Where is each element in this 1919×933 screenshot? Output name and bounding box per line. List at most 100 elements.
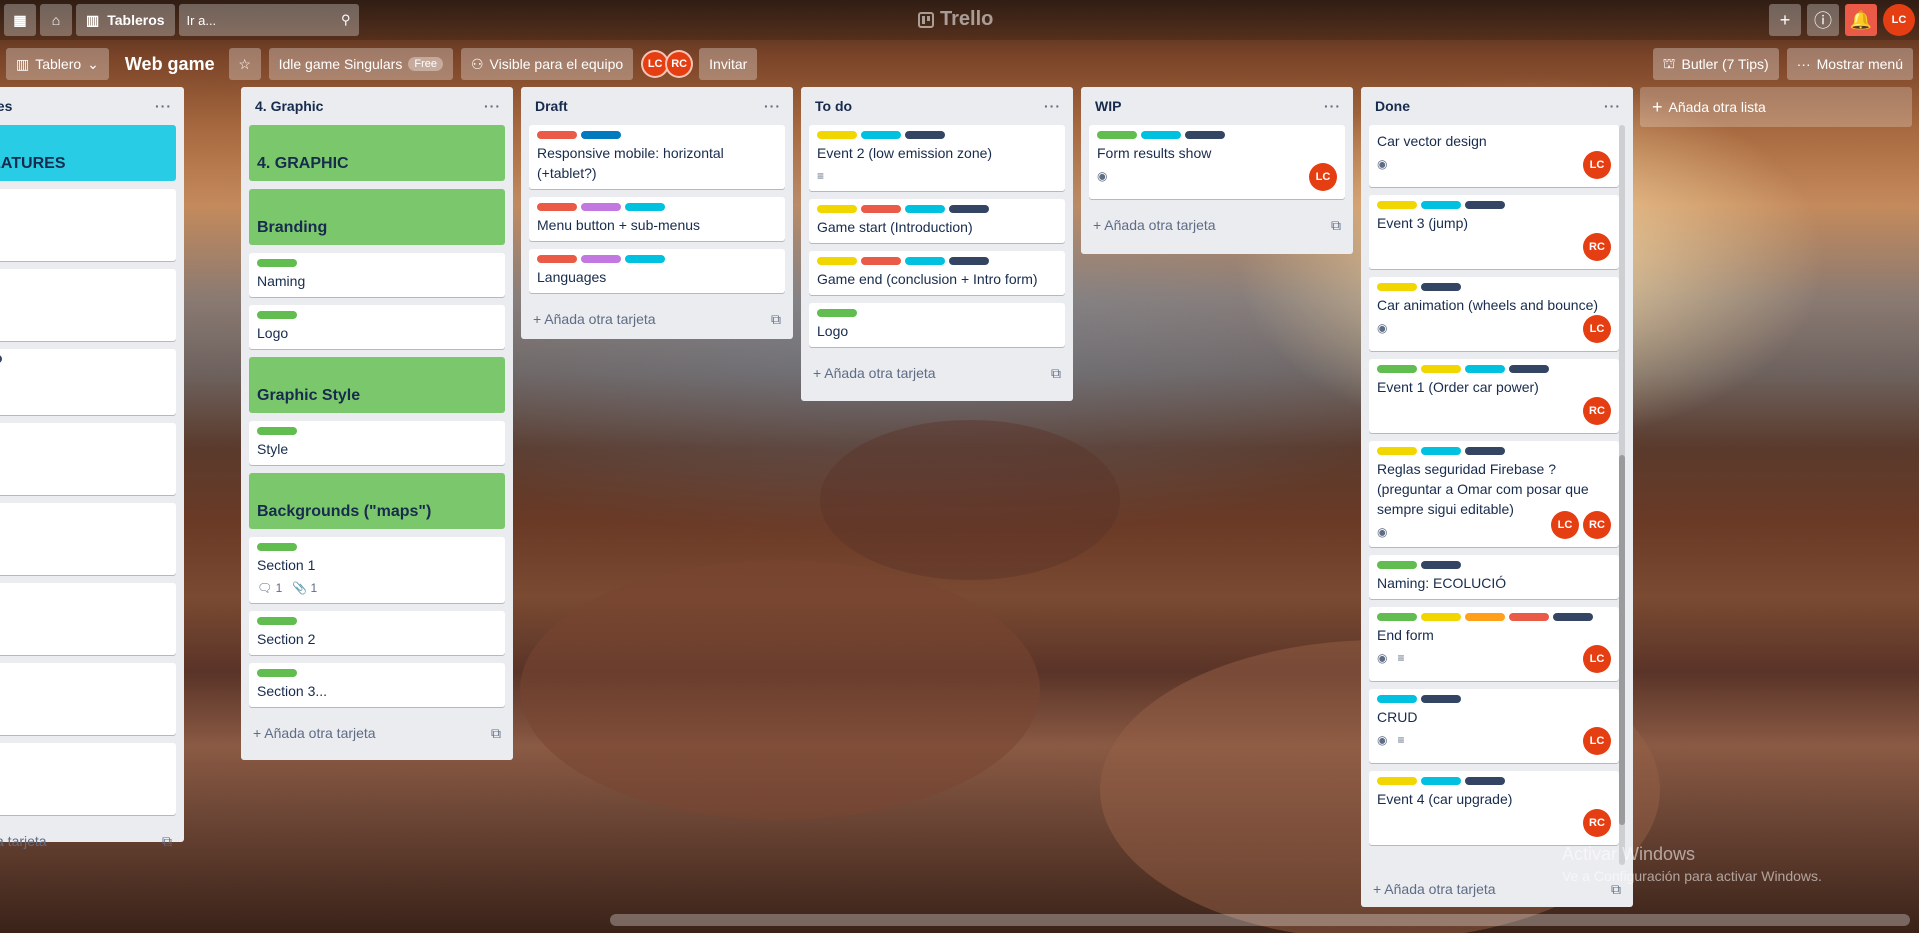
card-label[interactable] — [537, 131, 577, 139]
card-label[interactable] — [1465, 613, 1505, 621]
card-label[interactable] — [861, 257, 901, 265]
scroll-thumb[interactable] — [1619, 455, 1625, 825]
card-label[interactable] — [1377, 201, 1417, 209]
card-label[interactable] — [1421, 447, 1461, 455]
card[interactable]: Section 2 — [249, 611, 505, 655]
card-label[interactable] — [537, 203, 577, 211]
card-label[interactable] — [257, 427, 297, 435]
list-menu-icon[interactable]: ··· — [155, 98, 172, 114]
list-title[interactable]: WIP — [1095, 98, 1121, 114]
notifications-button[interactable]: 🔔 — [1845, 4, 1877, 36]
card-label[interactable] — [817, 131, 857, 139]
member-avatar[interactable]: RC — [1583, 511, 1611, 539]
card[interactable]: Game start (Introduction) — [809, 199, 1065, 243]
list-menu-icon[interactable]: ··· — [1044, 98, 1061, 114]
add-list-button[interactable]: + Añada otra lista — [1640, 87, 1912, 127]
card[interactable]: Event 4 (car upgrade) RC — [1369, 771, 1619, 845]
member-avatar[interactable]: LC — [1583, 645, 1611, 673]
template-icon[interactable]: ⧉ — [491, 725, 501, 742]
card[interactable]: Car animation (wheels and bounce) ◉ LC — [1369, 277, 1619, 351]
list-title[interactable]: 4. Graphic — [255, 98, 323, 114]
card[interactable]: nt trigger — [0, 503, 176, 575]
card[interactable]: kables — [0, 423, 176, 495]
card-label[interactable] — [1465, 777, 1505, 785]
card[interactable]: nt ideas (3) 🗨 8 — [0, 349, 176, 415]
card-label[interactable] — [1465, 201, 1505, 209]
card-label[interactable] — [1421, 365, 1461, 373]
card-label[interactable] — [581, 203, 621, 211]
card[interactable]: Naming: ECOLUCIÓ — [1369, 555, 1619, 599]
card-label[interactable] — [817, 205, 857, 213]
boards-button[interactable]: ▥ Tableros — [76, 4, 175, 36]
board-title[interactable]: Web game — [125, 54, 215, 75]
butler-button[interactable]: ⛫ Butler (7 Tips) — [1652, 48, 1779, 80]
list-menu-icon[interactable]: ··· — [1604, 98, 1621, 114]
card-label[interactable] — [257, 311, 297, 319]
card-label[interactable] — [1377, 695, 1417, 703]
card-label[interactable] — [1377, 447, 1417, 455]
info-button[interactable]: ⓘ — [1807, 4, 1839, 36]
card-label[interactable] — [949, 257, 989, 265]
card[interactable]: Logo — [249, 305, 505, 349]
card[interactable]: Naming — [249, 253, 505, 297]
horizontal-scrollbar[interactable] — [610, 914, 1910, 926]
card[interactable]: Form results show ◉ LC — [1089, 125, 1345, 199]
card-label[interactable] — [1421, 695, 1461, 703]
member-avatar[interactable]: LC — [1309, 163, 1337, 191]
invite-button[interactable]: Invitar — [699, 48, 758, 80]
add-card-button[interactable]: + Añada otra tarjeta — [1093, 217, 1216, 233]
visibility-button[interactable]: ⚇ Visible para el equipo — [460, 48, 634, 80]
card[interactable]: Section 1 🗨 1 📎 1 — [249, 537, 505, 603]
card[interactable]: CRUD ◉ ≡ LC — [1369, 689, 1619, 763]
card[interactable]: Event 2 (low emission zone) ≡ — [809, 125, 1065, 191]
card-label[interactable] — [817, 309, 857, 317]
board-view-switcher[interactable]: ▥ Tablero ⌄ — [6, 48, 109, 80]
card-label[interactable] — [257, 617, 297, 625]
add-card-button[interactable]: + Añada otra tarjeta — [533, 311, 656, 327]
home-button[interactable]: ⌂ — [40, 4, 72, 36]
card-label[interactable] — [1377, 561, 1417, 569]
card-label[interactable] — [861, 205, 901, 213]
card-label[interactable] — [905, 205, 945, 213]
card-label[interactable] — [1377, 613, 1417, 621]
member-avatar[interactable]: LC — [1551, 511, 1579, 539]
card-label[interactable] — [905, 131, 945, 139]
card-label[interactable] — [1509, 613, 1549, 621]
list-menu-icon[interactable]: ··· — [764, 98, 781, 114]
member-avatar[interactable]: LC — [1583, 315, 1611, 343]
card-label[interactable] — [581, 131, 621, 139]
add-card-button[interactable]: + Añada otra tarjeta — [0, 833, 47, 849]
card-label[interactable] — [537, 255, 577, 263]
card[interactable]: End form ◉ ≡ LC — [1369, 607, 1619, 681]
cover-card[interactable]: Backgrounds ("maps") — [249, 473, 505, 529]
workspace-button[interactable]: Idle game Singulars Free — [268, 48, 453, 80]
list-title[interactable]: Done — [1375, 98, 1410, 114]
card-label[interactable] — [1421, 283, 1461, 291]
add-card-button[interactable]: + Añada otra tarjeta — [813, 365, 936, 381]
cover-card[interactable]: GAME FEATURES — [0, 125, 176, 181]
card-label[interactable] — [0, 355, 2, 363]
list-menu-icon[interactable]: ··· — [1324, 98, 1341, 114]
cover-card[interactable]: Graphic Style — [249, 357, 505, 413]
search-input[interactable]: Ir a... ⚲ — [178, 4, 359, 36]
star-button[interactable]: ☆ — [228, 48, 261, 80]
card-label[interactable] — [625, 203, 665, 211]
template-icon[interactable]: ⧉ — [1331, 217, 1341, 234]
card-label[interactable] — [1421, 201, 1461, 209]
card[interactable]: se — [0, 583, 176, 655]
card-label[interactable] — [1141, 131, 1181, 139]
list-menu-icon[interactable]: ··· — [484, 98, 501, 114]
card[interactable]: Game end (conclusion + Intro form) — [809, 251, 1065, 295]
card[interactable]: Car vector design ◉ LC — [1369, 125, 1619, 187]
card-label[interactable] — [257, 669, 297, 677]
template-icon[interactable]: ⧉ — [1051, 365, 1061, 382]
card-label[interactable] — [1421, 561, 1461, 569]
card-label[interactable] — [861, 131, 901, 139]
card-label[interactable] — [581, 255, 621, 263]
member-avatar[interactable]: RC — [1583, 233, 1611, 261]
card[interactable]: er — [0, 663, 176, 735]
card[interactable]: Section 3... — [249, 663, 505, 707]
card-label[interactable] — [1377, 283, 1417, 291]
template-icon[interactable]: ⧉ — [162, 833, 172, 850]
card[interactable]: p — [0, 269, 176, 341]
